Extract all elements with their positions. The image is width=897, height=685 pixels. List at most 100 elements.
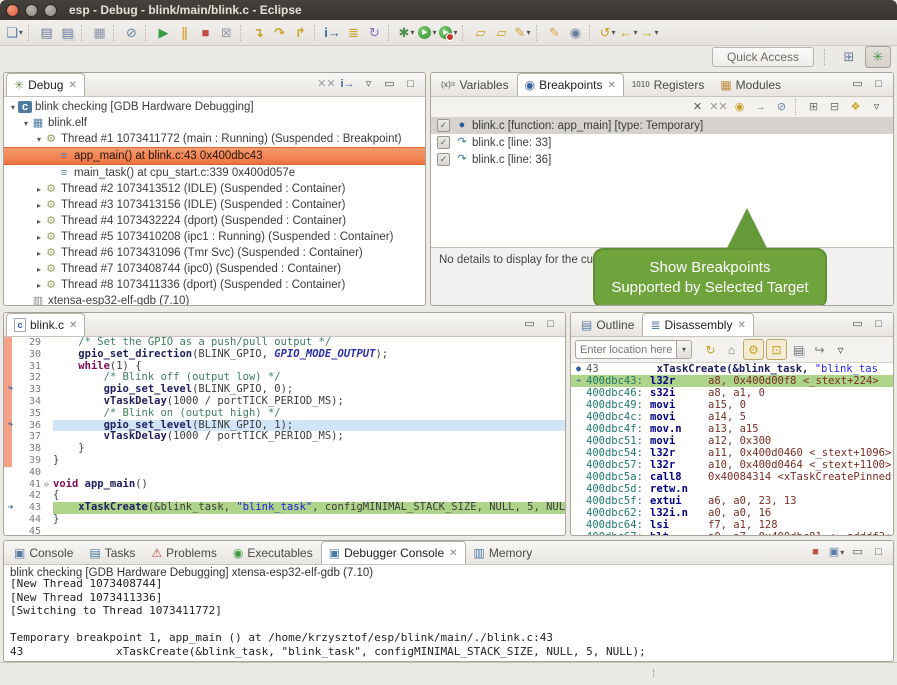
- disassembly-row[interactable]: 400dbc5f:extuia6, a0, 23, 13: [571, 495, 893, 507]
- show-breakpoints-supported-by-selected-target-button[interactable]: ◉: [730, 99, 749, 116]
- debug-tree-row[interactable]: ▸⚙Thread #8 1073411336 (dport) (Suspende…: [4, 277, 425, 293]
- console-tab-tasks[interactable]: ▤Tasks: [81, 541, 143, 564]
- last-edit-location-button[interactable]: ↺▾: [598, 22, 617, 43]
- tab-close-icon[interactable]: ✕: [737, 320, 745, 331]
- view-menu-button[interactable]: ▿: [831, 340, 850, 359]
- location-input[interactable]: [575, 340, 676, 359]
- breakpoint-gutter-icon[interactable]: ↷: [4, 384, 17, 396]
- annotation-ruler[interactable]: [4, 361, 17, 373]
- step-return-button[interactable]: ↱: [291, 22, 310, 43]
- maximize-button[interactable]: □: [869, 76, 888, 94]
- disassembly-row[interactable]: 400dbc4c:movia14, 5: [571, 411, 893, 423]
- open-perspective-button[interactable]: ⊞: [837, 47, 861, 67]
- sync-active-context-toggle-button[interactable]: ⊡: [766, 339, 787, 360]
- terminate-button[interactable]: ■: [196, 22, 215, 43]
- tree-expander-icon[interactable]: ▸: [34, 185, 44, 194]
- back-dropdown-icon[interactable]: ▾: [633, 29, 637, 37]
- build-binary-button[interactable]: ▦: [90, 22, 109, 43]
- fold-collapse-icon[interactable]: ⊖: [44, 479, 53, 491]
- step-into-button[interactable]: ↴: [249, 22, 268, 43]
- save-button[interactable]: ▤: [37, 22, 56, 43]
- open-folder-button[interactable]: ▱: [492, 22, 511, 43]
- tree-expander-icon[interactable]: ▾: [21, 119, 31, 128]
- editor-line[interactable]: 35 /* Blink on (output high) */: [4, 408, 565, 420]
- debug-perspective-button[interactable]: ✳: [865, 46, 891, 68]
- console-output[interactable]: [New Thread 1073408744][New Thread 10734…: [4, 577, 893, 658]
- disassembly-row[interactable]: 400dbc51:movia12, 0x300: [571, 435, 893, 447]
- tab-close-icon[interactable]: ✕: [607, 80, 615, 91]
- right-tab-breakpoints[interactable]: ◉Breakpoints✕: [517, 73, 624, 96]
- disconnect-button[interactable]: ⊠: [217, 22, 236, 43]
- skip-all-breakpoints-button[interactable]: ⊘: [122, 22, 141, 43]
- editor-line[interactable]: 39}: [4, 455, 565, 467]
- debug-tree-row[interactable]: ▥xtensa-esp32-elf-gdb (7.10): [4, 293, 425, 306]
- tree-expander-icon[interactable]: ▸: [34, 281, 44, 290]
- debug-tree-row[interactable]: ≡app_main() at blink.c:43 0x400dbc43: [4, 147, 425, 165]
- maximize-button[interactable]: □: [401, 76, 420, 94]
- tree-expander-icon[interactable]: ▾: [8, 103, 18, 112]
- copy-button[interactable]: ▤: [789, 340, 808, 359]
- debug-dropdown-icon[interactable]: ▾: [410, 29, 414, 37]
- annotation-ruler[interactable]: [4, 526, 17, 536]
- breakpoint-checkbox[interactable]: ✓: [437, 153, 450, 166]
- tree-expander-icon[interactable]: ▸: [34, 217, 44, 226]
- mark-occurrences-button[interactable]: ✎: [545, 22, 564, 43]
- show-source-toggle-button[interactable]: ⚙: [743, 339, 764, 360]
- editor-tab-blink-c[interactable]: cblink.c✕: [6, 313, 85, 336]
- search-dropdown-icon[interactable]: ▾: [526, 29, 530, 37]
- instruction-stepping-mode-button[interactable]: i→: [323, 22, 342, 43]
- debug-tree-row[interactable]: ▸⚙Thread #4 1073432224 (dport) (Suspende…: [4, 213, 425, 229]
- disassembly-row[interactable]: 400dbc5a:call80x40084314 <xTaskCreatePin…: [571, 471, 893, 483]
- disasm-tab-disassembly[interactable]: ≣Disassembly✕: [642, 313, 753, 336]
- tree-expander-icon[interactable]: ▸: [34, 249, 44, 258]
- disasm-tab-outline[interactable]: ▤Outline: [573, 313, 642, 336]
- breakpoint-gutter-icon[interactable]: ➔: [4, 502, 17, 514]
- right-tab-registers[interactable]: 1010Registers: [624, 73, 712, 96]
- quick-access-button[interactable]: Quick Access: [712, 47, 814, 67]
- disassembly-row[interactable]: 400dbc57:l32ra10, 0x400d0464 <_stext+110…: [571, 459, 893, 471]
- last-edit-location-dropdown-icon[interactable]: ▾: [611, 29, 615, 37]
- external-tools-dropdown-icon[interactable]: ▾: [453, 29, 457, 37]
- refresh-view-button[interactable]: ↻: [701, 340, 720, 359]
- minimize-button[interactable]: ▭: [848, 544, 867, 562]
- forward-dropdown-icon[interactable]: ▾: [654, 29, 658, 37]
- annotation-ruler[interactable]: [4, 479, 17, 491]
- breakpoint-row[interactable]: ✓↷blink.c [line: 33]: [431, 134, 893, 151]
- view-menu-button[interactable]: ▿: [867, 99, 886, 116]
- annotation-ruler[interactable]: [4, 514, 17, 526]
- debug-tree-row[interactable]: ▾⚙Thread #1 1073411772 (main : Running) …: [4, 131, 425, 147]
- annotation-ruler[interactable]: [4, 443, 17, 455]
- editor-line[interactable]: 44}: [4, 514, 565, 526]
- instruction-stepping-mode-button[interactable]: i→: [338, 76, 357, 94]
- debug-tree-row[interactable]: ▸⚙Thread #5 1073410208 (ipc1 : Running) …: [4, 229, 425, 245]
- step-over-button[interactable]: ↷: [270, 22, 289, 43]
- breakpoint-gutter-icon[interactable]: ↷: [4, 420, 17, 432]
- minimize-button[interactable]: ▭: [848, 316, 867, 334]
- editor-line[interactable]: 37 vTaskDelay(1000 / portTICK_PERIOD_MS)…: [4, 431, 565, 443]
- new-wizard-dropdown-icon[interactable]: ▾: [19, 29, 23, 37]
- console-tab-console[interactable]: ▣Console: [6, 541, 81, 564]
- forward-button[interactable]: →▾: [640, 22, 659, 43]
- skip-all-breakpoints-button[interactable]: ⊘: [772, 99, 791, 116]
- disassembly-row[interactable]: 400dbc4f:mov.na13, a15: [571, 423, 893, 435]
- disassembly-row[interactable]: 400dbc5d:retw.n: [571, 483, 893, 495]
- use-step-filters-button[interactable]: ≣: [344, 22, 363, 43]
- breakpoint-row[interactable]: ✓●blink.c [function: app_main] [type: Te…: [431, 117, 893, 134]
- run-button[interactable]: ▶▾: [418, 22, 437, 43]
- editor-line[interactable]: ➔43 xTaskCreate(&blink_task, "blink_task…: [4, 502, 565, 514]
- maximize-button[interactable]: □: [869, 544, 888, 562]
- disassembly-row[interactable]: ●43xTaskCreate(&blink_task, "blink_tas: [571, 363, 893, 375]
- tab-close-icon[interactable]: ✕: [69, 320, 77, 331]
- annotation-ruler[interactable]: [4, 349, 17, 361]
- console-tab-debugger-console[interactable]: ▣Debugger Console✕: [321, 541, 466, 564]
- breakpoint-checkbox[interactable]: ✓: [437, 136, 450, 149]
- annotation-ruler[interactable]: [4, 408, 17, 420]
- tree-expander-icon[interactable]: ▸: [34, 233, 44, 242]
- debug-tab-debug[interactable]: ✳Debug✕: [6, 73, 85, 96]
- window-maximize-button[interactable]: [44, 4, 57, 17]
- breakpoint-checkbox[interactable]: ✓: [437, 119, 450, 132]
- debug-tree-row[interactable]: ▸⚙Thread #7 1073408744 (ipc0) (Suspended…: [4, 261, 425, 277]
- remove-selected-breakpoints-button[interactable]: ✕: [688, 99, 707, 116]
- minimize-button[interactable]: ▭: [520, 316, 539, 334]
- go-to-program-counter-button[interactable]: ⌂: [722, 340, 741, 359]
